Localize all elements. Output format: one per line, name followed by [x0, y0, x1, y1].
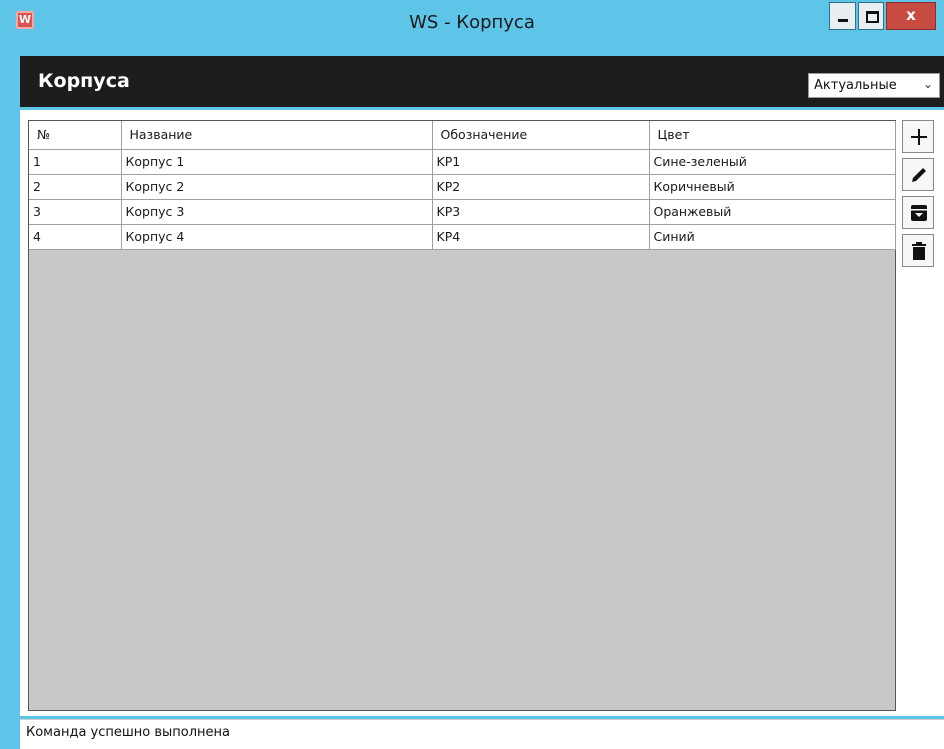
- status-message: Команда успешно выполнена: [26, 725, 231, 740]
- column-header-name[interactable]: Название: [121, 121, 433, 150]
- cell-color: Оранжевый: [649, 199, 896, 225]
- cell-designation: KP4: [432, 224, 650, 250]
- cell-color: Синий: [649, 224, 896, 250]
- status-filter-select[interactable]: Актуальные ⌄: [808, 73, 940, 98]
- column-header-color[interactable]: Цвет: [649, 121, 896, 150]
- column-header-number[interactable]: №: [29, 121, 122, 150]
- minimize-button[interactable]: [829, 2, 856, 30]
- edit-button[interactable]: [902, 158, 934, 191]
- maximize-button[interactable]: [858, 2, 884, 30]
- table-row[interactable]: 3 Корпус 3 KP3 Оранжевый: [29, 199, 896, 225]
- cell-name: Корпус 3: [121, 199, 433, 225]
- table-row[interactable]: 1 Корпус 1 KP1 Сине-зеленый: [29, 149, 896, 175]
- filter-selected-value: Актуальные: [814, 78, 897, 93]
- buildings-table: № Название Обозначение Цвет 1 Корпус 1 K…: [28, 120, 896, 711]
- page-title: Корпуса: [38, 70, 130, 92]
- cell-designation: KP3: [432, 199, 650, 225]
- table-row[interactable]: 2 Корпус 2 KP2 Коричневый: [29, 174, 896, 200]
- table-header-row: № Название Обозначение Цвет: [29, 121, 896, 150]
- add-button[interactable]: [902, 120, 934, 153]
- window-title: WS - Корпуса: [409, 12, 535, 33]
- title-bar[interactable]: W WS - Корпуса x: [0, 0, 944, 46]
- cell-number: 1: [29, 149, 122, 175]
- cell-name: Корпус 4: [121, 224, 433, 250]
- chevron-down-icon: ⌄: [922, 77, 933, 91]
- cell-designation: KP2: [432, 174, 650, 200]
- column-header-designation[interactable]: Обозначение: [432, 121, 650, 150]
- app-window: W WS - Корпуса x Корпуса Актуальные ⌄ № …: [0, 0, 944, 749]
- trash-icon: [912, 242, 926, 260]
- archive-button[interactable]: [902, 196, 934, 229]
- cell-name: Корпус 2: [121, 174, 433, 200]
- table-row[interactable]: 4 Корпус 4 KP4 Синий: [29, 224, 896, 250]
- status-bar: Команда успешно выполнена: [20, 719, 944, 749]
- delete-button[interactable]: [902, 234, 934, 267]
- page-header: Корпуса Актуальные ⌄: [20, 56, 944, 107]
- pencil-icon: [912, 168, 926, 182]
- cell-number: 3: [29, 199, 122, 225]
- archive-icon: [911, 205, 927, 221]
- cell-color: Сине-зеленый: [649, 149, 896, 175]
- cell-designation: KP1: [432, 149, 650, 175]
- plus-icon: [911, 129, 927, 145]
- close-icon: x: [906, 6, 916, 24]
- cell-color: Коричневый: [649, 174, 896, 200]
- cell-number: 2: [29, 174, 122, 200]
- cell-name: Корпус 1: [121, 149, 433, 175]
- cell-number: 4: [29, 224, 122, 250]
- close-button[interactable]: x: [886, 2, 936, 30]
- content-area: № Название Обозначение Цвет 1 Корпус 1 K…: [20, 110, 944, 716]
